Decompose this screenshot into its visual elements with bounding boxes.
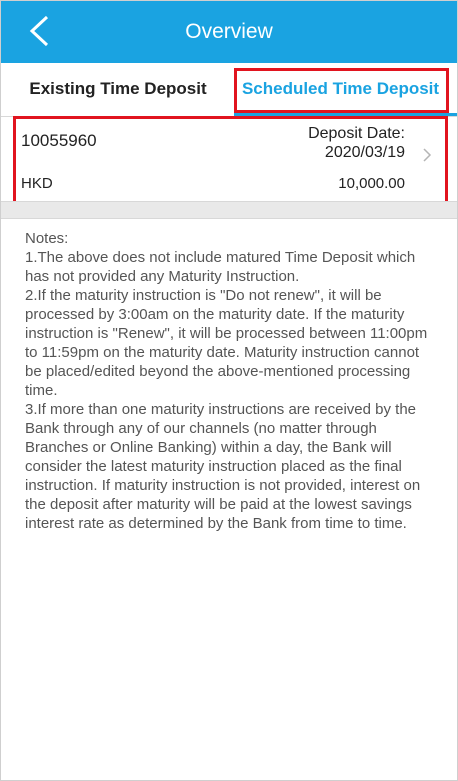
section-separator xyxy=(1,201,457,219)
tab-existing-time-deposit[interactable]: Existing Time Deposit xyxy=(13,63,223,115)
deposit-date-label: Deposit Date: xyxy=(308,125,405,142)
notes-title: Notes: xyxy=(25,230,69,247)
header-bar: Overview xyxy=(1,1,457,63)
deposit-list-item[interactable]: 10055960 Deposit Date: 2020/03/19 HKD 10… xyxy=(13,117,445,201)
notes-text: 1.The above does not include matured Tim… xyxy=(25,249,428,532)
tab-scheduled-time-deposit[interactable]: Scheduled Time Deposit xyxy=(234,63,447,115)
chevron-right-icon xyxy=(423,148,432,162)
tab-bar: Existing Time Deposit Scheduled Time Dep… xyxy=(1,63,457,115)
app-screen: Overview Existing Time Deposit Scheduled… xyxy=(0,0,458,781)
deposit-date-value: 2020/03/19 xyxy=(324,144,405,161)
currency-code: HKD xyxy=(21,175,53,192)
notes-section: Notes: 1.The above does not include matur… xyxy=(25,229,435,533)
deposit-amount: 10,000.00 xyxy=(338,175,405,192)
account-number: 10055960 xyxy=(21,131,97,150)
page-title: Overview xyxy=(185,20,273,43)
